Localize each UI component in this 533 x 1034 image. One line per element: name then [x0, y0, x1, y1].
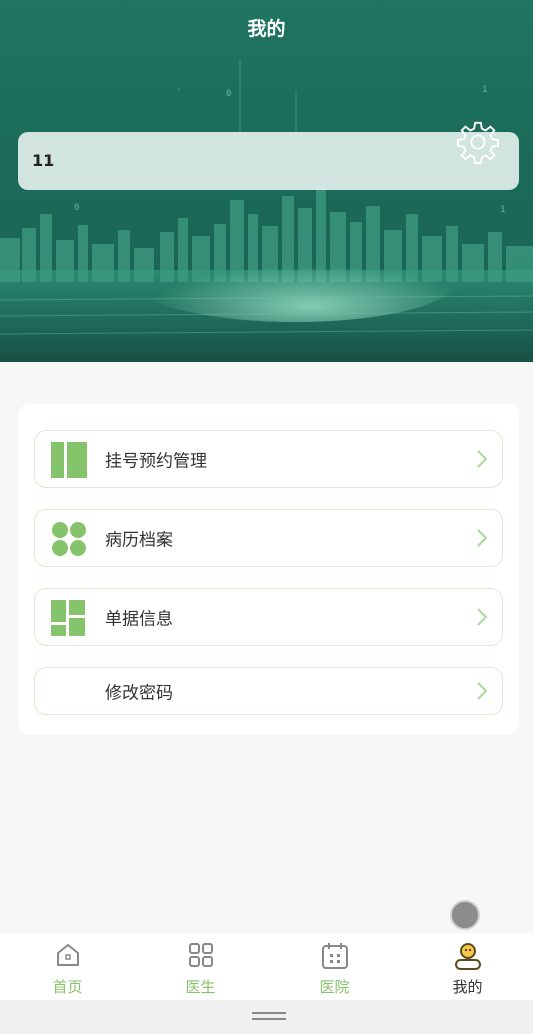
tab-home[interactable]: 首页: [1, 933, 134, 1000]
gear-icon[interactable]: [455, 119, 501, 165]
profile-icon: [454, 943, 481, 970]
menu-item-label: 修改密码: [105, 683, 173, 704]
menu-item-change-password[interactable]: 修改密码: [34, 667, 503, 715]
system-navigation-bar: [0, 1000, 533, 1034]
dots-grid-icon: [52, 522, 86, 556]
menu-panel: 挂号预约管理 病历档案 单据信息 修改密码: [18, 404, 519, 735]
svg-text:0: 0: [74, 203, 79, 213]
menu-item-receipts[interactable]: 单据信息: [34, 588, 503, 646]
floating-assistive-button[interactable]: [450, 900, 480, 930]
tab-doctors[interactable]: 医生: [134, 933, 267, 1000]
chevron-right-icon: [477, 450, 488, 468]
chevron-right-icon: [477, 608, 488, 626]
bottom-tab-bar: 首页 医生 医院 我的: [0, 933, 533, 1000]
tab-label: 首页: [52, 978, 83, 996]
page-title: 我的: [247, 18, 286, 40]
profile-header: 0 1 0 1 . 我的 11: [0, 0, 533, 362]
tab-mine[interactable]: 我的: [401, 933, 533, 1000]
tab-label: 我的: [452, 978, 483, 996]
columns-icon: [51, 442, 87, 478]
chevron-right-icon: [477, 682, 488, 700]
chevron-right-icon: [477, 529, 488, 547]
menu-item-label: 挂号预约管理: [105, 451, 207, 472]
svg-text:1: 1: [482, 85, 487, 95]
menu-item-label: 单据信息: [105, 609, 173, 630]
user-name: 11: [32, 151, 55, 170]
grid-icon: [188, 943, 213, 967]
svg-text:.: .: [176, 83, 181, 93]
menu-item-medical-records[interactable]: 病历档案: [34, 509, 503, 567]
menu-item-appointment-management[interactable]: 挂号预约管理: [34, 430, 503, 488]
tab-label: 医院: [319, 978, 350, 996]
user-card: 11: [18, 132, 519, 190]
menu-item-label: 病历档案: [105, 530, 173, 551]
svg-text:0: 0: [226, 89, 231, 99]
home-icon: [56, 944, 79, 966]
calendar-icon: [321, 943, 348, 969]
blocks-icon: [51, 600, 85, 636]
home-handle[interactable]: [252, 1012, 286, 1020]
svg-text:1: 1: [500, 205, 505, 215]
tab-label: 医生: [185, 978, 216, 996]
tab-hospitals[interactable]: 医院: [268, 933, 401, 1000]
